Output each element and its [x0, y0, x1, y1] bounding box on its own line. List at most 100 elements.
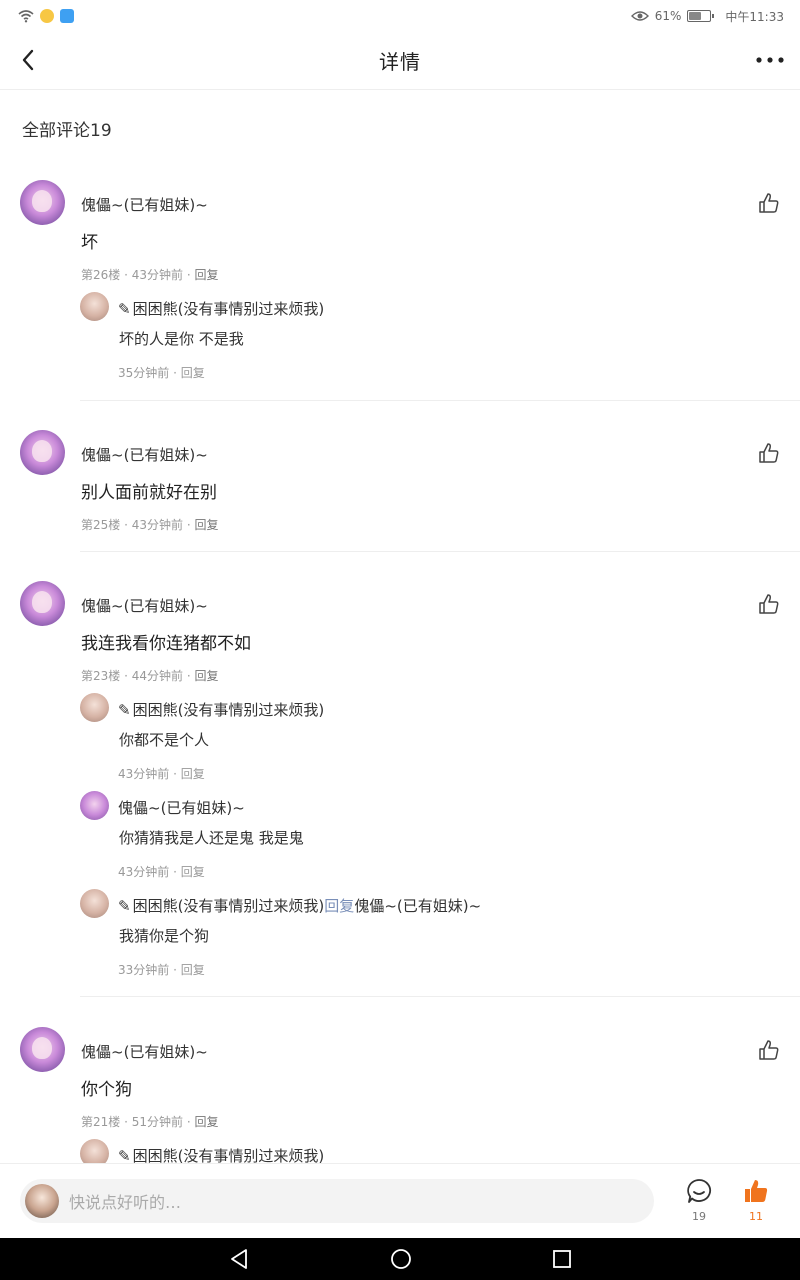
comment-input-bar: 快说点好听的… 19 11	[0, 1163, 800, 1238]
nav-home-icon[interactable]	[390, 1248, 412, 1270]
reply-link[interactable]: 回复	[194, 669, 218, 683]
battery-percent: 61%	[654, 9, 682, 23]
battery-icon	[687, 10, 715, 22]
reply-target[interactable]: 傀儡~(已有姐妹)~	[354, 897, 481, 915]
back-button[interactable]	[14, 46, 42, 74]
comment-content: 坏	[81, 233, 98, 253]
reply-link[interactable]: 回复	[181, 767, 205, 781]
time-label: 44分钟前	[131, 669, 184, 683]
comment-meta: 第21楼 · 51分钟前 · 回复	[81, 1115, 219, 1129]
comment-input-placeholder: 快说点好听的…	[69, 1193, 182, 1212]
floor-label: 第23楼	[81, 669, 121, 683]
reply-link[interactable]: 回复	[181, 366, 205, 380]
time-label: 43分钟前	[131, 518, 184, 532]
status-left	[18, 9, 74, 23]
comment-username[interactable]: 傀儡~(已有姐妹)~	[81, 1041, 208, 1062]
reply-meta: 43分钟前 · 回复	[118, 865, 205, 879]
reply-meta: 33分钟前 · 回复	[118, 963, 205, 977]
chevron-left-icon	[22, 49, 34, 71]
comment-username[interactable]: 傀儡~(已有姐妹)~	[81, 595, 208, 616]
clock: 中午11:33	[725, 9, 784, 24]
nav-recents-icon[interactable]	[552, 1249, 572, 1269]
reply-avatar[interactable]	[80, 791, 109, 820]
wifi-icon	[18, 10, 34, 23]
reply-link[interactable]: 回复	[194, 268, 218, 282]
time-label: 33分钟前	[118, 963, 170, 977]
comment-meta: 第26楼 · 43分钟前 · 回复	[81, 268, 219, 282]
time-label: 43分钟前	[118, 767, 170, 781]
comment-content: 你个狗	[81, 1080, 132, 1100]
reply-username[interactable]: 傀儡~(已有姐妹)~	[118, 797, 245, 818]
like-count: 11	[749, 1210, 763, 1223]
thumbs-up-icon[interactable]	[758, 442, 780, 464]
divider	[80, 996, 800, 997]
avatar[interactable]	[20, 430, 65, 475]
pencil-icon: ✎	[118, 701, 131, 719]
nav-back-icon[interactable]	[228, 1248, 250, 1270]
time-label: 51分钟前	[131, 1115, 184, 1129]
thumbs-up-icon[interactable]	[758, 192, 780, 214]
comment-meta: 第25楼 · 43分钟前 · 回复	[81, 518, 219, 532]
battery-fill	[689, 12, 701, 20]
system-navigation-bar	[0, 1238, 800, 1280]
status-bar: 61% 中午11:33	[0, 0, 800, 32]
app-notification-icon-2	[60, 9, 74, 23]
reply-word: 回复	[324, 897, 355, 915]
time-label: 43分钟前	[131, 268, 184, 282]
reply-link[interactable]: 回复	[194, 518, 218, 532]
reply-username[interactable]: ✎ 困困熊(没有事情别过来烦我)	[118, 699, 324, 720]
comment-bubble-icon	[687, 1179, 711, 1203]
section-title: 全部评论19	[22, 121, 112, 141]
status-right: 61% 中午11:33	[630, 8, 784, 25]
reply-meta: 35分钟前 · 回复	[118, 366, 205, 380]
comment-meta: 第23楼 · 44分钟前 · 回复	[81, 669, 219, 683]
comment-content: 别人面前就好在别	[81, 483, 217, 503]
reply-content: 你猜猜我是人还是鬼 我是鬼	[119, 829, 304, 847]
avatar[interactable]	[20, 180, 65, 225]
comment-username[interactable]: 傀儡~(已有姐妹)~	[81, 444, 208, 465]
reply-username-text: 困困熊(没有事情别过来烦我)	[132, 300, 325, 318]
thumbs-up-icon[interactable]	[758, 1039, 780, 1061]
reply-link[interactable]: 回复	[181, 963, 205, 977]
reply-username[interactable]: ✎ 困困熊(没有事情别过来烦我)回复傀儡~(已有姐妹)~	[118, 895, 481, 916]
more-button[interactable]	[754, 46, 786, 74]
comment-count: 19	[692, 1210, 706, 1223]
avatar[interactable]	[20, 1027, 65, 1072]
comment-count-button[interactable]: 19	[684, 1178, 714, 1228]
my-avatar	[25, 1184, 59, 1218]
floor-label: 第26楼	[81, 268, 121, 282]
reply-content: 你都不是个人	[119, 731, 210, 749]
reply-content: 我猜你是个狗	[119, 927, 210, 945]
comment-content: 我连我看你连猪都不如	[81, 634, 251, 654]
reply-avatar[interactable]	[80, 292, 109, 321]
reply-link[interactable]: 回复	[194, 1115, 218, 1129]
reply-username-text: 困困熊(没有事情别过来烦我)	[132, 701, 325, 719]
avatar[interactable]	[20, 581, 65, 626]
reply-meta: 43分钟前 · 回复	[118, 767, 205, 781]
reply-content: 坏的人是你 不是我	[119, 330, 244, 348]
reply-avatar[interactable]	[80, 889, 109, 918]
thumbs-up-icon[interactable]	[758, 593, 780, 615]
reply-link[interactable]: 回复	[181, 865, 205, 879]
comment-username[interactable]: 傀儡~(已有姐妹)~	[81, 194, 208, 215]
floor-label: 第25楼	[81, 518, 121, 532]
thumbs-up-filled-icon	[745, 1180, 768, 1202]
page-title: 详情	[379, 50, 421, 74]
pencil-icon: ✎	[118, 897, 131, 915]
like-count-button[interactable]: 11	[741, 1178, 771, 1228]
pencil-icon: ✎	[118, 300, 131, 318]
time-label: 35分钟前	[118, 366, 170, 380]
more-horizontal-icon	[756, 57, 784, 63]
comment-input[interactable]: 快说点好听的…	[20, 1179, 654, 1223]
divider	[80, 551, 800, 552]
app-bar: 详情	[0, 32, 800, 90]
reply-username-text: 困困熊(没有事情别过来烦我)	[132, 897, 325, 915]
app-notification-icon	[40, 9, 54, 23]
floor-label: 第21楼	[81, 1115, 121, 1129]
reply-avatar[interactable]	[80, 693, 109, 722]
eye-icon	[630, 11, 649, 21]
reply-username-text: 傀儡~(已有姐妹)~	[118, 799, 245, 817]
time-label: 43分钟前	[118, 865, 170, 879]
divider	[80, 400, 800, 401]
reply-username[interactable]: ✎ 困困熊(没有事情别过来烦我)	[118, 298, 324, 319]
